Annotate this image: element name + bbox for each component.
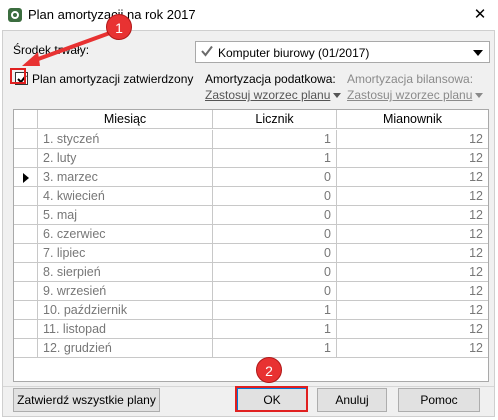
cell-numerator[interactable]: 1 <box>213 301 337 320</box>
cell-denominator[interactable]: 12 <box>337 206 488 225</box>
amortization-grid: Miesiąc Licznik Mianownik 1. styczeń 1 12 2… <box>13 109 489 382</box>
cell-month[interactable]: 3. marzec <box>38 168 213 187</box>
cell-numerator[interactable]: 1 <box>213 149 337 168</box>
table-row[interactable]: 12. grudzień 1 12 <box>14 339 488 358</box>
cell-month[interactable]: 5. maj <box>38 206 213 225</box>
dropdown-arrow-icon <box>333 93 342 99</box>
checkmark-icon <box>201 45 213 57</box>
dialog-window: Plan amortyzacji na rok 2017 ✕ Środek tr… <box>0 0 498 420</box>
grid-header: Miesiąc Licznik Mianownik <box>14 110 488 129</box>
row-indicator <box>14 149 38 168</box>
grid-header-gutter <box>14 110 38 129</box>
cell-numerator[interactable]: 0 <box>213 168 337 187</box>
cell-denominator[interactable]: 12 <box>337 301 488 320</box>
table-row[interactable]: 9. wrzesień 0 12 <box>14 282 488 301</box>
row-indicator <box>14 244 38 263</box>
column-header-month[interactable]: Miesiąc <box>38 110 213 129</box>
app-icon <box>8 8 22 22</box>
annotation-badge-1: 1 <box>106 14 132 40</box>
cell-denominator[interactable]: 12 <box>337 339 488 358</box>
cell-month[interactable]: 11. listopad <box>38 320 213 339</box>
table-row[interactable]: 11. listopad 1 12 <box>14 320 488 339</box>
cell-month[interactable]: 10. październik <box>38 301 213 320</box>
row-indicator <box>14 206 38 225</box>
asset-select[interactable]: Komputer biurowy (01/2017) <box>195 41 490 63</box>
table-row[interactable]: 4. kwiecień 0 12 <box>14 187 488 206</box>
ok-highlight <box>235 386 308 412</box>
table-row[interactable]: 7. lipiec 0 12 <box>14 244 488 263</box>
row-indicator <box>14 187 38 206</box>
approved-label[interactable]: Plan amortyzacji zatwierdzony <box>32 72 193 86</box>
row-indicator <box>14 168 38 187</box>
row-indicator <box>14 225 38 244</box>
cell-numerator[interactable]: 0 <box>213 244 337 263</box>
dialog-client: Środek trwały: Komputer biurowy (01/2017… <box>2 30 495 417</box>
row-indicator <box>14 263 38 282</box>
balance-apply-template-link: Zastosuj wzorzec planu <box>347 88 484 102</box>
column-header-denominator[interactable]: Mianownik <box>337 110 488 129</box>
cell-month[interactable]: 9. wrzesień <box>38 282 213 301</box>
cell-numerator[interactable]: 1 <box>213 339 337 358</box>
cell-denominator[interactable]: 12 <box>337 149 488 168</box>
cell-denominator[interactable]: 12 <box>337 130 488 149</box>
approve-all-button[interactable]: Zatwierdź wszystkie plany <box>13 388 160 412</box>
row-indicator <box>14 320 38 339</box>
cell-month[interactable]: 2. luty <box>38 149 213 168</box>
row-indicator <box>14 301 38 320</box>
cell-numerator[interactable]: 1 <box>213 320 337 339</box>
table-row[interactable]: 10. październik 1 12 <box>14 301 488 320</box>
cell-numerator[interactable]: 0 <box>213 225 337 244</box>
annotation-badge-2: 2 <box>256 357 282 383</box>
cell-month[interactable]: 6. czerwiec <box>38 225 213 244</box>
cell-denominator[interactable]: 12 <box>337 168 488 187</box>
table-row[interactable]: 6. czerwiec 0 12 <box>14 225 488 244</box>
balance-amortization-label: Amortyzacja bilansowa: <box>347 72 474 86</box>
cell-month[interactable]: 4. kwiecień <box>38 187 213 206</box>
cell-month[interactable]: 7. lipiec <box>38 244 213 263</box>
row-indicator <box>14 130 38 149</box>
cell-month[interactable]: 8. sierpień <box>38 263 213 282</box>
cell-denominator[interactable]: 12 <box>337 244 488 263</box>
asset-select-value: Komputer biurowy (01/2017) <box>218 46 370 60</box>
close-button[interactable]: ✕ <box>468 4 492 26</box>
table-row[interactable]: 1. styczeń 1 12 <box>14 130 488 149</box>
cell-month[interactable]: 1. styczeń <box>38 130 213 149</box>
cell-denominator[interactable]: 12 <box>337 187 488 206</box>
row-indicator <box>14 339 38 358</box>
cell-numerator[interactable]: 0 <box>213 282 337 301</box>
table-row[interactable]: 3. marzec 0 12 <box>14 168 488 187</box>
cell-denominator[interactable]: 12 <box>337 282 488 301</box>
cell-denominator[interactable]: 12 <box>337 320 488 339</box>
help-button[interactable]: Pomoc <box>398 388 480 412</box>
table-row[interactable]: 2. luty 1 12 <box>14 149 488 168</box>
chevron-down-icon[interactable] <box>473 50 483 56</box>
cell-numerator[interactable]: 1 <box>213 130 337 149</box>
dropdown-arrow-icon <box>475 93 484 99</box>
cell-denominator[interactable]: 12 <box>337 225 488 244</box>
cell-month[interactable]: 12. grudzień <box>38 339 213 358</box>
tax-apply-template-link[interactable]: Zastosuj wzorzec planu <box>205 88 342 102</box>
cell-numerator[interactable]: 0 <box>213 187 337 206</box>
tax-amortization-label: Amortyzacja podatkowa: <box>205 72 336 86</box>
table-row[interactable]: 5. maj 0 12 <box>14 206 488 225</box>
column-header-numerator[interactable]: Licznik <box>213 110 337 129</box>
cell-denominator[interactable]: 12 <box>337 263 488 282</box>
cell-numerator[interactable]: 0 <box>213 263 337 282</box>
table-row[interactable]: 8. sierpień 0 12 <box>14 263 488 282</box>
row-indicator <box>14 282 38 301</box>
cell-numerator[interactable]: 0 <box>213 206 337 225</box>
cancel-button[interactable]: Anuluj <box>317 388 387 412</box>
